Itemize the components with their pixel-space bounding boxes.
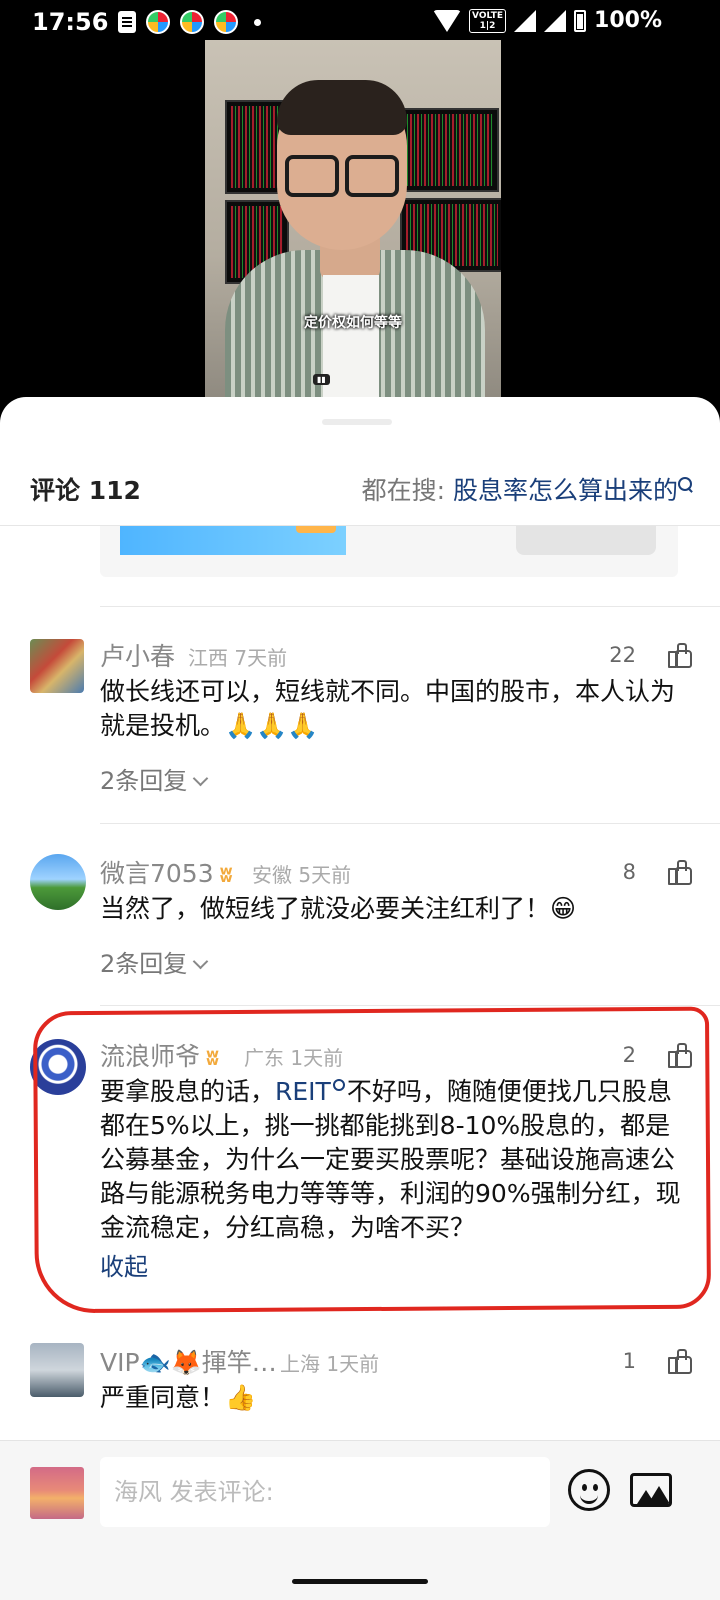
battery-icon bbox=[574, 9, 587, 32]
highlight-annotation bbox=[32, 1006, 712, 1314]
like-count: 1 bbox=[622, 1349, 636, 1373]
comment-body: 严重同意！ bbox=[100, 1383, 226, 1412]
video-caption: 定价权如何等等 bbox=[304, 315, 402, 331]
comments-header: 评论 112 都在搜: 股息率怎么算出来的 bbox=[0, 449, 720, 526]
trending-search[interactable]: 都在搜: 股息率怎么算出来的 bbox=[362, 471, 678, 507]
wifi-icon bbox=[433, 9, 462, 32]
my-avatar[interactable] bbox=[30, 1467, 84, 1519]
signal-icon bbox=[514, 9, 537, 32]
volte-icon: VOLTE 1|2 bbox=[469, 8, 507, 33]
comment-input[interactable]: 海风 发表评论: bbox=[100, 1457, 550, 1527]
status-bar: 17:56 VOLTE 1|2 100% bbox=[0, 0, 720, 44]
trending-search-prefix: 都在搜: bbox=[361, 476, 446, 505]
comment-time: 1天前 bbox=[326, 1352, 380, 1376]
comment-region: 上海 bbox=[280, 1352, 320, 1376]
avatar[interactable] bbox=[30, 639, 84, 693]
search-icon[interactable] bbox=[678, 477, 692, 491]
glasses-right bbox=[345, 155, 399, 197]
clock: 17:56 bbox=[32, 8, 109, 36]
notification-icons bbox=[118, 10, 261, 34]
video-player[interactable]: 定价权如何等等 ▮▮ bbox=[205, 40, 501, 400]
sim-label: 1|2 bbox=[479, 20, 496, 31]
thumb-up-icon[interactable] bbox=[668, 643, 692, 668]
chevron-down-icon bbox=[193, 770, 209, 787]
emoji-icon[interactable] bbox=[568, 1469, 610, 1511]
person-hair bbox=[277, 80, 407, 135]
volte-label: VOLTE bbox=[472, 10, 504, 21]
comment-region: 江西 bbox=[188, 646, 228, 670]
image-icon[interactable] bbox=[630, 1473, 672, 1507]
comment-text: 做长线还可以，短线就不同。中国的股市，本人认为就是投机。🙏🙏🙏 bbox=[100, 675, 685, 743]
comment-text: 当然了，做短线了就没必要关注红利了！😁 bbox=[100, 892, 685, 926]
comment-time: 7天前 bbox=[234, 646, 288, 670]
divider bbox=[100, 823, 720, 824]
comment-meta: 江西 7天前 bbox=[188, 642, 287, 671]
thumb-up-icon[interactable] bbox=[668, 860, 692, 885]
grin-emoji: 😁 bbox=[550, 894, 577, 923]
trending-search-keyword[interactable]: 股息率怎么算出来的 bbox=[453, 476, 678, 505]
comment-body: 当然了，做短线了就没必要关注红利了！ bbox=[100, 894, 551, 923]
chevron-down-icon bbox=[193, 953, 209, 970]
comment-composer: 海风 发表评论: bbox=[0, 1440, 720, 1600]
system-icons: VOLTE 1|2 100% bbox=[433, 8, 662, 33]
comment-body: 做长线还可以，短线就不同。中国的股市，本人认为就是投机。 bbox=[100, 677, 676, 740]
commenter-name[interactable]: 微言7053 ʬ bbox=[100, 854, 233, 890]
view-replies-button[interactable]: 2条回复 bbox=[100, 761, 209, 796]
person-shirt bbox=[323, 275, 379, 400]
like-count: 8 bbox=[622, 860, 636, 884]
app-notification-icon bbox=[214, 10, 238, 34]
avatar[interactable] bbox=[30, 854, 86, 910]
glasses-left bbox=[285, 155, 339, 197]
comments-sheet: 评论 112 都在搜: 股息率怎么算出来的 了解详情 卢小春 江西 7天前 22… bbox=[0, 397, 720, 1600]
commenter-name[interactable]: VIP🐟🦊揮竿… bbox=[100, 1343, 277, 1379]
pray-emoji: 🙏🙏🙏 bbox=[225, 711, 319, 740]
app-notification-icon bbox=[180, 10, 204, 34]
thumb-up-icon[interactable] bbox=[668, 1349, 692, 1374]
avatar[interactable] bbox=[30, 1343, 84, 1397]
divider bbox=[100, 1005, 720, 1006]
gesture-bar[interactable] bbox=[292, 1579, 428, 1584]
note-icon bbox=[118, 11, 136, 33]
thumbs-up-emoji: 👍 bbox=[225, 1383, 257, 1412]
commenter-name-text: 微言7053 bbox=[100, 859, 214, 888]
view-replies-button[interactable]: 2条回复 bbox=[100, 944, 209, 979]
app-notification-icon bbox=[146, 10, 170, 34]
drag-handle[interactable] bbox=[322, 419, 392, 425]
comment-time: 5天前 bbox=[298, 863, 352, 887]
badge-icon: ʬ bbox=[219, 863, 233, 888]
comment-meta: 安徽 5天前 bbox=[252, 859, 351, 888]
like-count: 22 bbox=[609, 643, 636, 667]
replies-label: 2条回复 bbox=[100, 767, 188, 795]
more-dot-icon bbox=[254, 18, 261, 26]
replies-label: 2条回复 bbox=[100, 950, 188, 978]
signal-icon bbox=[544, 9, 567, 32]
comment-meta: 上海 1天前 bbox=[280, 1348, 379, 1377]
comment-text: 严重同意！👍 bbox=[100, 1381, 685, 1415]
comment-region: 安徽 bbox=[252, 863, 292, 887]
battery-percent: 100% bbox=[594, 8, 662, 33]
commenter-name[interactable]: 卢小春 bbox=[100, 637, 175, 673]
comments-count-title: 评论 112 bbox=[30, 476, 141, 505]
microphone-icon: ▮▮ bbox=[313, 374, 330, 385]
divider bbox=[100, 606, 720, 607]
